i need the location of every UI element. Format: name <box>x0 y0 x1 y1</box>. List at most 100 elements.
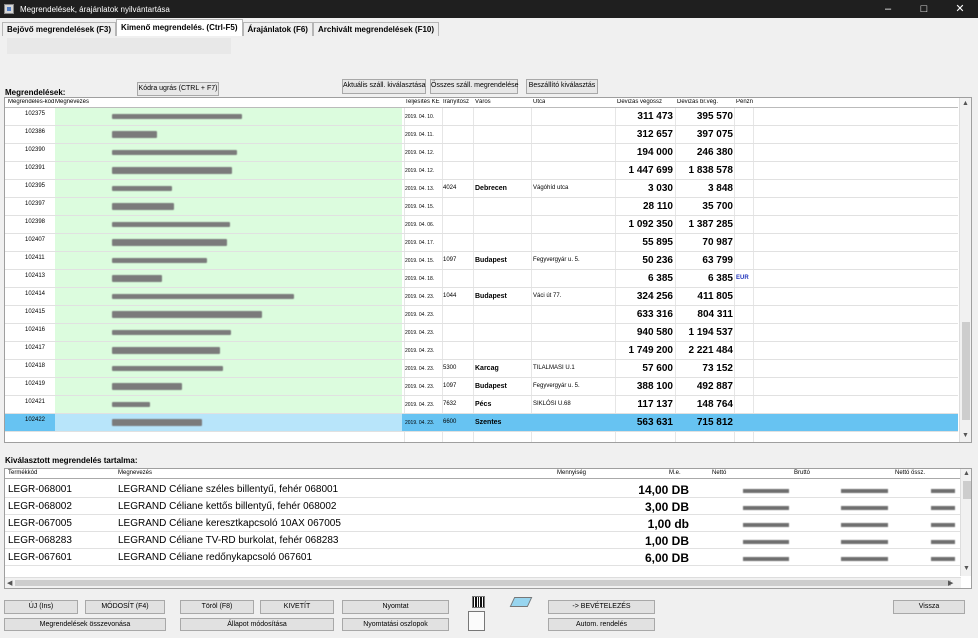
redacted-name <box>112 150 237 155</box>
order-items-table[interactable]: Termékkód Megnevezés Mennyiség M.e. Nett… <box>4 468 972 589</box>
order-name-cell <box>55 126 402 143</box>
delete-button[interactable]: Töröl (F8) <box>180 600 254 614</box>
order-row[interactable]: 102415 2019. 04. 23. 633 316 804 311 <box>5 306 958 324</box>
order-row[interactable]: 102416 2019. 04. 23. 940 580 1 194 537 <box>5 324 958 342</box>
tab-incoming[interactable]: Bejövő megrendelések (F3) <box>2 22 117 36</box>
items-scrollbar[interactable]: ▲ ▼ <box>960 469 971 576</box>
currency: EUR <box>736 275 749 281</box>
street: Vágóhíd utca <box>533 185 569 191</box>
order-row[interactable]: 102414 2019. 04. 23. 1044 Budapest Váci … <box>5 288 958 306</box>
supplier-select-button[interactable]: Beszállító kiválasztás <box>526 79 598 94</box>
gross-total: 1 838 578 <box>688 165 734 176</box>
order-row[interactable]: 102391 2019. 04. 12. 1 447 699 1 838 578 <box>5 162 958 180</box>
scroll-up-icon[interactable]: ▲ <box>962 100 969 107</box>
order-name-cell <box>55 108 402 125</box>
city: Karcag <box>475 365 499 372</box>
order-row[interactable]: 102418 2019. 04. 23. 5300 Karcag TILALMA… <box>5 360 958 378</box>
order-row[interactable]: 102375 2019. 04. 10. 311 473 395 570 <box>5 108 958 126</box>
redacted-price <box>931 489 955 493</box>
jump-to-code-button[interactable]: Kódra ugrás (CTRL + F7) <box>137 82 219 96</box>
receive-button[interactable]: -> BEVÉTELEZÉS <box>548 600 655 614</box>
orders-table[interactable]: Megrendelés-kód Megnevezés Teljesítés KE… <box>4 97 972 443</box>
column-header: Teljesítés KE <box>405 99 440 105</box>
redacted-price <box>743 489 789 493</box>
order-row[interactable]: 102397 2019. 04. 15. 28 110 35 700 <box>5 198 958 216</box>
order-row[interactable]: 102417 2019. 04. 23. 1 749 200 2 221 484 <box>5 342 958 360</box>
city: Pécs <box>475 401 492 408</box>
status-change-button[interactable]: Állapot módosítása <box>180 618 334 631</box>
minimize-button[interactable]: – <box>870 0 906 18</box>
product-code: LEGR-067005 <box>8 518 72 529</box>
zip-code: 5300 <box>443 365 457 371</box>
item-row[interactable]: LEGR-068001 LEGRAND Céliane széles bille… <box>5 481 961 498</box>
tab-outgoing[interactable]: Kimenő megrendelés. (Ctrl-F5) <box>116 19 243 36</box>
redacted-price <box>931 557 955 561</box>
order-row[interactable]: 102390 2019. 04. 12. 194 000 246 380 <box>5 144 958 162</box>
back-button[interactable]: Vissza <box>893 600 965 614</box>
item-row[interactable]: LEGR-067005 LEGRAND Céliane keresztkapcs… <box>5 515 961 532</box>
zip-code: 4024 <box>443 185 457 191</box>
gross-total: 6 385 <box>707 273 733 284</box>
order-row[interactable]: 102413 2019. 04. 18. 6 385 6 385 EUR <box>5 270 958 288</box>
close-button[interactable]: ✕ <box>942 0 978 18</box>
new-button[interactable]: ÚJ (Ins) <box>4 600 78 614</box>
item-row[interactable]: LEGR-068002 LEGRAND Céliane kettős bille… <box>5 498 961 515</box>
merge-orders-button[interactable]: Megrendelések összevonása <box>4 618 166 631</box>
redacted-price <box>841 557 888 561</box>
filter-field[interactable] <box>7 38 231 54</box>
completion-date: 2019. 04. 23. <box>405 402 435 408</box>
order-code: 102395 <box>25 183 46 189</box>
item-row[interactable]: LEGR-068283 LEGRAND Céliane TV-RD burkol… <box>5 532 961 549</box>
order-row[interactable]: 102419 2019. 04. 23. 1097 Budapest Fegyv… <box>5 378 958 396</box>
scroll-thumb[interactable] <box>962 322 970 420</box>
orders-scrollbar[interactable]: ▲ ▼ <box>959 98 971 442</box>
auto-order-button[interactable]: Autom. rendelés <box>548 618 655 631</box>
completion-date: 2019. 04. 23. <box>405 330 435 336</box>
redacted-name <box>112 275 162 282</box>
current-supplier-button[interactable]: Aktuális száll. kiválasztása <box>342 79 426 94</box>
scroll-down-icon[interactable]: ▼ <box>962 432 969 439</box>
orders-header: Megrendelés-kód Megnevezés Teljesítés KE… <box>5 98 958 108</box>
horizontal-scrollbar[interactable]: ◀ ▶ <box>5 577 961 588</box>
completion-date: 2019. 04. 23. <box>405 366 435 372</box>
zip-code: 6600 <box>443 419 457 425</box>
order-row[interactable]: 102411 2019. 04. 15. 1097 Budapest Fegyv… <box>5 252 958 270</box>
net-total: 1 092 350 <box>628 219 674 230</box>
issue-button[interactable]: KIVETÍT <box>260 600 334 614</box>
redacted-name <box>112 131 157 138</box>
redacted-name <box>112 347 220 354</box>
print-columns-button[interactable]: Nyomtatási oszlopok <box>342 618 449 631</box>
product-description: LEGRAND Céliane kettős billentyű, fehér … <box>118 501 337 512</box>
order-row[interactable]: 102398 2019. 04. 06. 1 092 350 1 387 285 <box>5 216 958 234</box>
maximize-button[interactable]: □ <box>906 0 942 18</box>
column-header: Devizás br.vég. <box>677 99 719 105</box>
all-supplier-orders-button[interactable]: Összes száll. megrendelése <box>430 79 519 94</box>
net-total: 1 749 200 <box>628 345 674 356</box>
product-code: LEGR-068283 <box>8 535 72 546</box>
order-row[interactable]: 102407 2019. 04. 17. 55 895 70 987 <box>5 234 958 252</box>
net-total: 563 631 <box>636 417 673 428</box>
order-code: 102411 <box>25 255 45 261</box>
scanner-icon[interactable] <box>509 597 533 607</box>
order-code: 102407 <box>25 237 46 243</box>
modify-button[interactable]: MÓDOSÍT (F4) <box>85 600 165 614</box>
order-row[interactable]: 102422 2019. 04. 23. 6600 Szentes 563 63… <box>5 414 958 432</box>
completion-date: 2019. 04. 12. <box>405 168 435 174</box>
completion-date: 2019. 04. 23. <box>405 294 435 300</box>
print-button[interactable]: Nyomtat <box>342 600 449 614</box>
order-code: 102416 <box>25 327 46 333</box>
order-row[interactable]: 102395 2019. 04. 13. 4024 Debrecen Vágóh… <box>5 180 958 198</box>
order-row[interactable]: 102421 2019. 04. 23. 7632 Pécs SIKLÓSI U… <box>5 396 958 414</box>
item-row[interactable]: LEGR-067601 LEGRAND Céliane redőnykapcso… <box>5 549 961 566</box>
barcode-icon[interactable] <box>472 596 485 608</box>
orders-label: Megrendelések: <box>5 88 66 97</box>
order-code: 102419 <box>25 381 46 387</box>
tab-archived[interactable]: Archivált megrendelések (F10) <box>312 22 440 36</box>
product-code: LEGR-068002 <box>8 501 72 512</box>
tab-quotes[interactable]: Árajánlatok (F6) <box>242 22 313 36</box>
document-icon[interactable] <box>468 611 485 631</box>
order-code: 102413 <box>25 273 46 279</box>
order-name-cell <box>55 270 402 287</box>
order-row[interactable]: 102386 2019. 04. 11. 312 657 397 075 <box>5 126 958 144</box>
net-total: 3 030 <box>647 183 673 194</box>
